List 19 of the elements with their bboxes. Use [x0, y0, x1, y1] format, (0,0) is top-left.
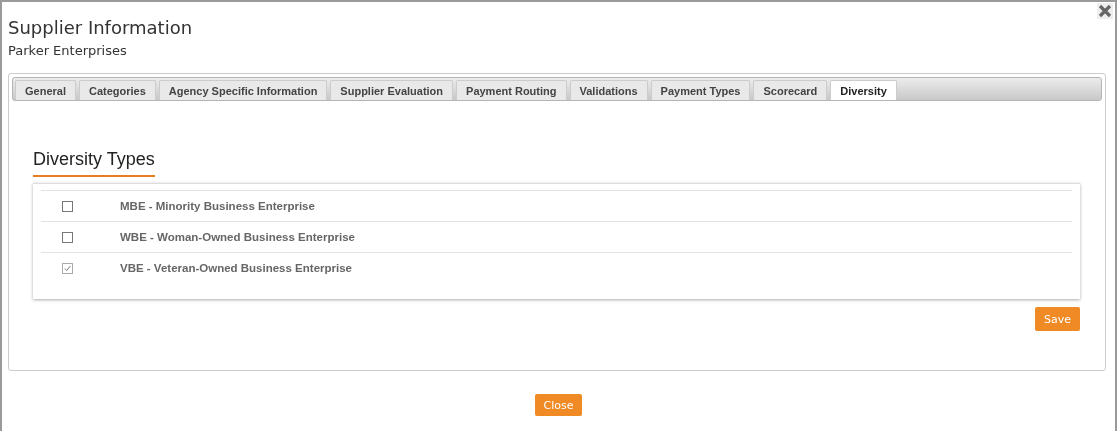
diversity-type-label: WBE - Woman-Owned Business Enterprise: [120, 231, 355, 243]
diversity-type-label: VBE - Veteran-Owned Business Enterprise: [120, 262, 352, 274]
dialog-title: Supplier Information: [8, 16, 194, 40]
tab[interactable]: Diversity: [830, 80, 897, 100]
checkbox[interactable]: [62, 262, 73, 274]
tab[interactable]: Scorecard: [753, 80, 828, 100]
tab[interactable]: Categories: [78, 80, 156, 100]
section-heading: Diversity Types: [33, 147, 155, 177]
tab[interactable]: Payment Routing: [456, 80, 567, 100]
tab[interactable]: Payment Types: [650, 80, 751, 100]
tab[interactable]: General: [15, 80, 76, 100]
checkbox[interactable]: [62, 200, 73, 212]
tab[interactable]: Agency Specific Information: [158, 80, 328, 100]
checkbox[interactable]: [62, 231, 73, 243]
tab[interactable]: Supplier Evaluation: [330, 80, 454, 100]
supplier-name: Parker Enterprises: [8, 42, 128, 60]
close-icon[interactable]: [1097, 3, 1113, 19]
diversity-type-label: MBE - Minority Business Enterprise: [120, 200, 315, 212]
tab[interactable]: Validations: [569, 80, 648, 100]
